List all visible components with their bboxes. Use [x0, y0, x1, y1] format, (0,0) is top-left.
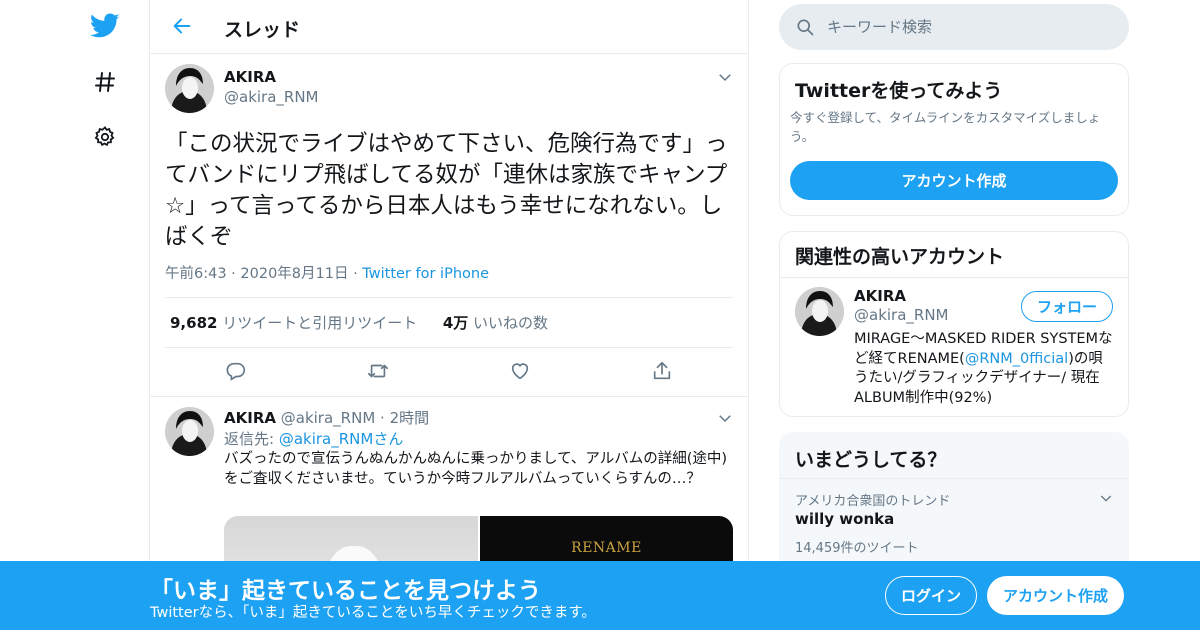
main-tweet: AKIRA @akira_RNM 「この状況でライブはやめて下さい、危険行為です…: [150, 54, 748, 397]
gear-icon[interactable]: [88, 120, 122, 154]
retweets-label: リツイートと引用リツイート: [222, 314, 418, 332]
banner-subtitle: Twitterなら、「いま」起きていることをいち早くチェックできます。: [150, 605, 596, 621]
reply-to: 返信先: @akira_RNMさん: [224, 428, 403, 449]
share-icon[interactable]: [649, 358, 675, 384]
reply-to-handle[interactable]: @akira_RNM: [279, 430, 374, 448]
reply-to-suffix: さん: [373, 430, 404, 448]
avatar[interactable]: [165, 407, 214, 456]
create-account-button[interactable]: アカウント作成: [790, 161, 1118, 200]
twitter-bird-icon[interactable]: [88, 9, 122, 43]
signup-card: Twitterを使ってみよう 今すぐ登録して、タイムラインをカスタマイズしましょ…: [779, 63, 1129, 216]
trend-context: アメリカ合衆国のトレンド: [795, 494, 951, 509]
album-title: RENAME: [571, 540, 642, 556]
avatar[interactable]: [165, 64, 214, 113]
page-title: スレッド: [224, 19, 301, 41]
main-column: スレッド AKIRA @akira_RNM 「この状況でライブはやめて下さい、危…: [149, 0, 749, 630]
follow-button[interactable]: フォロー: [1021, 291, 1113, 322]
divider: [165, 297, 733, 298]
chevron-down-icon[interactable]: [716, 68, 734, 86]
signup-banner: 「いま」起きていることを見つけよう Twitterなら、「いま」起きていることを…: [0, 561, 1200, 630]
reply-author-name[interactable]: AKIRA: [224, 409, 276, 427]
chevron-down-icon[interactable]: [1098, 490, 1114, 506]
signup-description: 今すぐ登録して、タイムラインをカスタマイズしましょう。: [790, 110, 1101, 144]
reply-icon[interactable]: [223, 358, 249, 384]
reply-author-handle[interactable]: @akira_RNM: [281, 409, 376, 427]
main-header: スレッド: [150, 0, 748, 54]
retweet-icon[interactable]: [365, 358, 391, 384]
related-title: 関連性の高いアカウント: [795, 246, 1005, 268]
related-name[interactable]: AKIRA: [854, 287, 906, 305]
likes-count: 4万: [442, 314, 469, 332]
divider: [165, 347, 733, 348]
search-input[interactable]: [827, 12, 1117, 42]
trend-count: 14,459件のツイート: [795, 541, 919, 556]
related-accounts-card: 関連性の高いアカウント AKIRA @akira_RNM フォロー MIRAGE…: [779, 231, 1129, 417]
reply-header: AKIRA @akira_RNM · 2時間: [224, 409, 430, 427]
chevron-down-icon[interactable]: [716, 409, 734, 427]
heart-icon[interactable]: [507, 358, 533, 384]
author-handle[interactable]: @akira_RNM: [224, 88, 319, 106]
banner-title: 「いま」起きていることを見つけよう: [150, 578, 541, 604]
back-arrow-icon[interactable]: [168, 12, 196, 40]
tweet-date[interactable]: 2020年8月11日: [240, 266, 348, 282]
search-icon: [795, 17, 815, 37]
divider: [780, 277, 1128, 278]
avatar[interactable]: [795, 287, 844, 336]
trends-title: いまどうしてる？: [795, 449, 947, 471]
retweets-count: 9,682: [170, 314, 218, 332]
divider: [780, 478, 1128, 479]
login-button[interactable]: ログイン: [885, 576, 977, 615]
related-handle[interactable]: @akira_RNM: [854, 306, 949, 324]
trend-name[interactable]: willy wonka: [795, 510, 894, 528]
reply-to-prefix: 返信先:: [224, 430, 279, 448]
likes-stat[interactable]: 4万 いいねの数: [443, 314, 548, 332]
tweet-stats: 9,682 リツイートと引用リツイート 4万 いいねの数: [170, 312, 548, 333]
banner-create-account-button[interactable]: アカウント作成: [987, 576, 1124, 615]
tweet-source[interactable]: Twitter for iPhone: [362, 266, 489, 282]
reply-text: バズったので宣伝うんぬんかんぬんに乗っかりまして、アルバムの詳細(途中)をご査収…: [224, 451, 728, 487]
signup-title: Twitterを使ってみよう: [795, 80, 1003, 102]
author-name[interactable]: AKIRA: [224, 68, 276, 86]
hashtag-icon[interactable]: [88, 65, 122, 99]
retweets-stat[interactable]: 9,682 リツイートと引用リツイート: [170, 314, 417, 332]
likes-label: いいねの数: [473, 314, 549, 332]
tweet-timestamp: 午前6:43 · 2020年8月11日 · Twitter for iPhone: [165, 266, 489, 282]
tweet-time[interactable]: 午前6:43: [165, 266, 227, 282]
related-bio: MIRAGE〜MASKED RIDER SYSTEMなど経てRENAME(@RN…: [854, 330, 1116, 408]
search-bar: [779, 4, 1129, 50]
bio-mention-link[interactable]: @RNM_0fficial: [965, 351, 1068, 367]
tweet-text: 「この状況でライブはやめて下さい、危険行為です」ってバンドにリプ飛ばしてる奴が「…: [165, 131, 728, 250]
reply-time[interactable]: 2時間: [390, 409, 430, 427]
